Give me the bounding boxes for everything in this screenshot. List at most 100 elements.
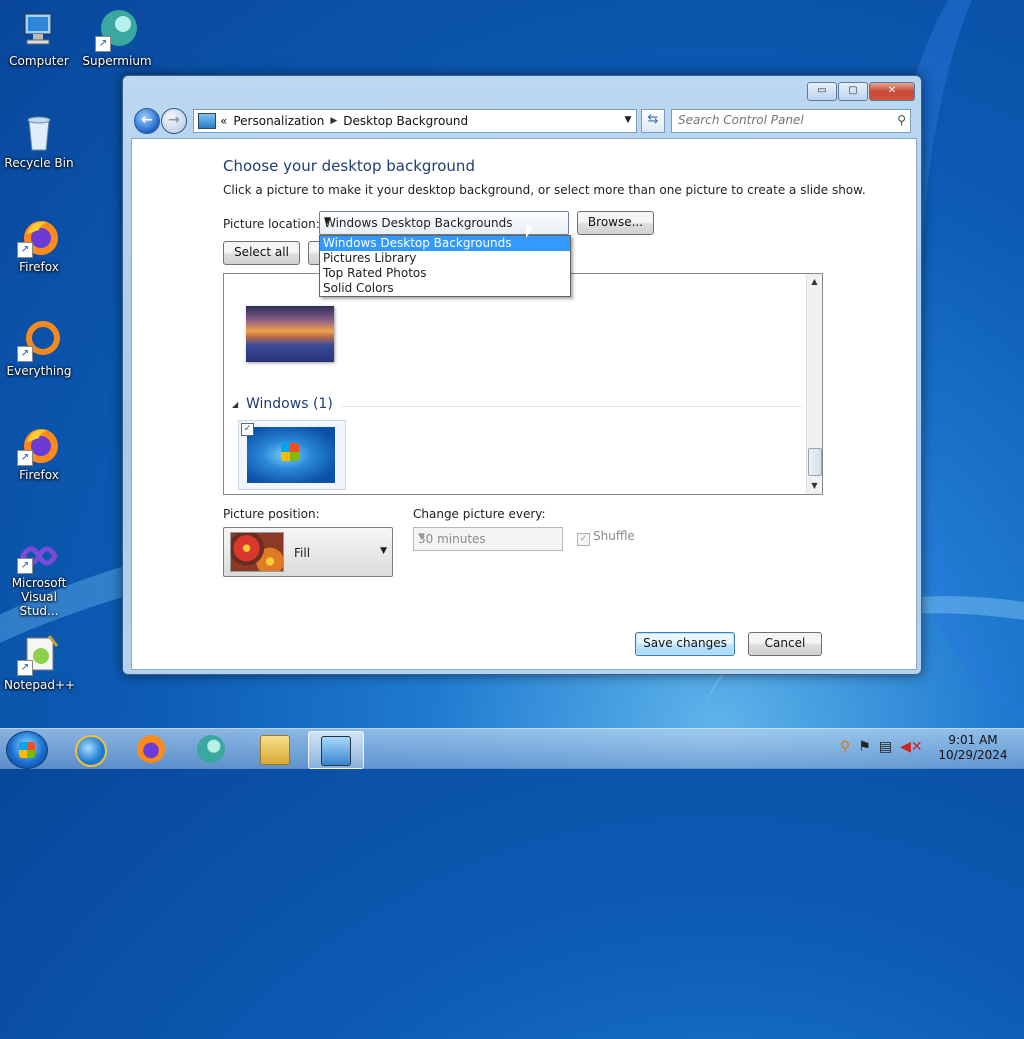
breadcrumb[interactable]: « Personalization ▶ Desktop Background ▼ (193, 109, 637, 133)
network-icon[interactable]: ▤ (879, 739, 892, 755)
desktop-icon-label: Computer (9, 54, 69, 68)
select-all-button[interactable]: Select all (223, 241, 300, 265)
file-explorer-icon (260, 735, 290, 765)
taskbar-control-panel[interactable] (308, 731, 364, 769)
scroll-down-arrow-icon[interactable]: ▼ (807, 478, 822, 494)
picture-position-select[interactable]: Fill ▼ (223, 527, 393, 577)
maximize-button[interactable]: ▢ (838, 82, 868, 101)
dropdown-option-solid-colors[interactable]: Solid Colors (320, 281, 570, 296)
clock-date: 10/29/2024 (938, 748, 1008, 762)
desktop-background-window: ▭ ▢ ✕ ← → « Personalization ▶ Desktop Ba… (122, 75, 922, 675)
cancel-button[interactable]: Cancel (748, 632, 822, 656)
notepadpp-icon: ↗ (17, 632, 61, 676)
scrollbar-thumb[interactable] (808, 448, 822, 476)
desktop-icon-label: Everything (6, 364, 72, 378)
clock-time: 9:01 AM (948, 733, 998, 747)
browse-button[interactable]: Browse... (577, 211, 654, 235)
recycle-bin-icon (17, 110, 61, 154)
shortcut-arrow-icon: ↗ (95, 36, 111, 52)
taskbar-file-explorer[interactable] (248, 731, 302, 767)
close-button[interactable]: ✕ (869, 82, 915, 101)
gallery-group-header[interactable]: ◢ Windows (1) (232, 396, 802, 416)
breadcrumb-desktop-background[interactable]: Desktop Background (343, 114, 468, 128)
computer-icon (17, 8, 61, 52)
chevron-down-icon: ▼ (380, 546, 387, 556)
scroll-up-arrow-icon[interactable]: ▲ (807, 274, 822, 290)
dropdown-option-top-rated-photos[interactable]: Top Rated Photos (320, 266, 570, 281)
taskbar-supermium[interactable] (184, 731, 238, 767)
shuffle-label: Shuffle (593, 529, 635, 543)
search-icon[interactable]: ⚲ (897, 113, 906, 127)
chevron-right-icon[interactable]: ▶ (330, 116, 337, 126)
collapse-triangle-icon[interactable]: ◢ (232, 400, 238, 409)
firefox-icon (137, 735, 165, 763)
everything-icon: ↗ (17, 318, 61, 362)
back-button[interactable]: ← (134, 108, 160, 134)
supermium-icon: ↗ (95, 8, 139, 52)
change-picture-label: Change picture every: (413, 507, 546, 521)
firefox-icon: ↗ (17, 422, 61, 466)
desktop-icon-firefox-2[interactable]: ↗ Firefox (4, 422, 74, 482)
shuffle-checkbox[interactable]: ✓ Shuffle (577, 529, 635, 546)
desktop-icon-everything[interactable]: ↗ Everything (4, 318, 74, 378)
desktop-icon-label: Microsoft Visual Stud... (11, 576, 67, 618)
breadcrumb-personalization[interactable]: Personalization (233, 114, 324, 128)
start-button[interactable] (6, 731, 48, 769)
search-icon[interactable]: ⚲ (840, 739, 850, 755)
breadcrumb-overflow[interactable]: « (220, 114, 227, 128)
desktop-icon-firefox[interactable]: ↗ Firefox (4, 214, 74, 274)
supermium-icon (197, 735, 225, 763)
picture-position-label: Picture position: (223, 507, 320, 521)
clock[interactable]: 9:01 AM 10/29/2024 (930, 733, 1016, 763)
chevron-down-icon: ▼ (418, 532, 425, 542)
shortcut-arrow-icon: ↗ (17, 450, 33, 466)
wallpaper-checkbox[interactable]: ✓ (241, 423, 254, 436)
desktop-icon-computer[interactable]: Computer (4, 8, 74, 68)
wallpaper-thumbnail-landscape[interactable] (246, 306, 334, 362)
dropdown-option-pictures-library[interactable]: Pictures Library (320, 251, 570, 266)
shortcut-arrow-icon: ↗ (17, 558, 33, 574)
search-box: ⚲ (671, 109, 911, 133)
volume-muted-icon[interactable]: ◀✕ (900, 739, 923, 755)
minimize-button[interactable]: ▭ (807, 82, 837, 101)
desktop-icon-label: Notepad++ (4, 678, 76, 692)
visual-studio-icon: ↗ (17, 538, 61, 574)
desktop-icon-label: Firefox (19, 260, 59, 274)
group-divider (342, 406, 802, 407)
taskbar: ⚲ ⚑ ▤ ◀✕ 9:01 AM 10/29/2024 (0, 728, 1024, 769)
desktop-icon-visual-studio[interactable]: ↗ Microsoft Visual Stud... (4, 538, 74, 618)
picture-position-preview (230, 532, 284, 572)
desktop-icon-label: Supermium (82, 54, 152, 68)
shortcut-arrow-icon: ↗ (17, 242, 33, 258)
mouse-cursor-icon (526, 224, 533, 238)
address-bar: ← → « Personalization ▶ Desktop Backgrou… (131, 108, 913, 134)
wallpaper-gallery: ◢ Windows (1) ✓ ▲ ▼ (223, 273, 823, 495)
taskbar-internet-explorer[interactable] (64, 731, 118, 767)
taskbar-firefox[interactable] (124, 731, 178, 767)
action-center-flag-icon[interactable]: ⚑ (858, 739, 871, 755)
chevron-down-icon[interactable]: ▼ (620, 110, 636, 130)
desktop-icon-recycle-bin[interactable]: Recycle Bin (4, 110, 74, 170)
checkbox-check-icon: ✓ (577, 533, 590, 546)
change-picture-select[interactable]: 30 minutes ▼ (413, 527, 563, 551)
picture-position-value: Fill (294, 546, 311, 560)
page-title: Choose your desktop background (223, 157, 475, 175)
page-description: Click a picture to make it your desktop … (223, 183, 866, 197)
desktop-icon-label: Firefox (19, 468, 59, 482)
windows-logo-icon (19, 742, 35, 758)
gallery-scrollbar[interactable]: ▲ ▼ (806, 274, 822, 494)
picture-location-dropdown: Windows Desktop Backgrounds Pictures Lib… (319, 235, 571, 297)
dropdown-option-windows-desktop-backgrounds[interactable]: Windows Desktop Backgrounds (320, 236, 570, 251)
wallpaper-thumbnail-windows[interactable]: ✓ (238, 420, 346, 490)
shortcut-arrow-icon: ↗ (17, 346, 33, 362)
windows-logo-icon (281, 443, 299, 461)
wallpaper-image (247, 427, 335, 483)
save-changes-button[interactable]: Save changes (635, 632, 735, 656)
desktop-icon-label: Recycle Bin (4, 156, 74, 170)
search-input[interactable] (672, 110, 884, 130)
desktop-icon-supermium[interactable]: ↗ Supermium (82, 8, 152, 68)
forward-button[interactable]: → (161, 108, 187, 134)
gallery-group-title: Windows (1) (246, 396, 333, 412)
refresh-button[interactable]: ⇆ (641, 109, 665, 133)
desktop-icon-notepadpp[interactable]: ↗ Notepad++ (4, 632, 76, 692)
